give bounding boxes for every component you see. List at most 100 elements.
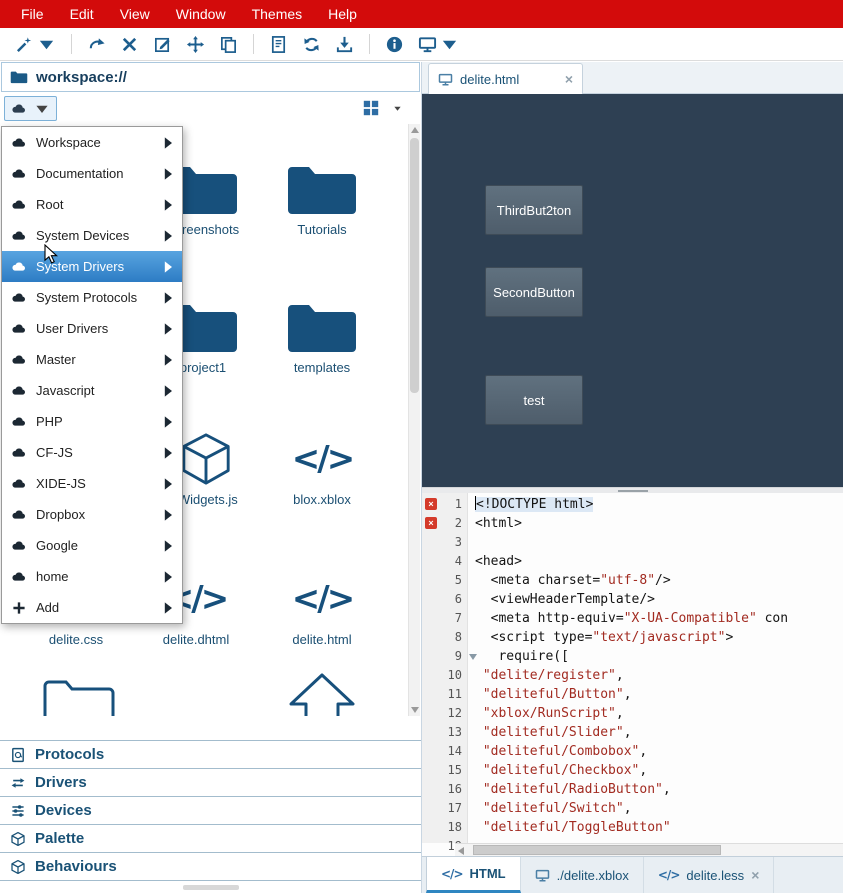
panel-palette[interactable]: Palette bbox=[0, 824, 421, 852]
close-icon[interactable]: × bbox=[751, 868, 759, 882]
code-line[interactable]: 12 "xblox/RunScript", bbox=[422, 704, 843, 723]
wand-button[interactable] bbox=[15, 35, 56, 54]
editor-hscrollbar[interactable] bbox=[455, 843, 843, 856]
menu-item-google[interactable]: Google bbox=[2, 530, 182, 561]
panel-protocols[interactable]: Protocols bbox=[0, 740, 421, 768]
code-icon: </> bbox=[658, 868, 680, 882]
info-button[interactable] bbox=[385, 35, 404, 54]
code-line[interactable]: 16 "deliteful/RadioButton", bbox=[422, 780, 843, 799]
scroll-left-arrow[interactable] bbox=[458, 847, 464, 855]
scroll-down-arrow[interactable] bbox=[411, 707, 419, 713]
file-item-tutorials[interactable]: Tutorials bbox=[262, 153, 382, 237]
menu-item-system-devices[interactable]: System Devices bbox=[2, 220, 182, 251]
submenu-caret-icon bbox=[160, 414, 176, 430]
menu-item-user-drivers[interactable]: User Drivers bbox=[2, 313, 182, 344]
code-line[interactable]: 6 <viewHeaderTemplate/> bbox=[422, 590, 843, 609]
file-item-partial[interactable] bbox=[262, 668, 382, 716]
move-icon bbox=[186, 35, 205, 54]
menu-help[interactable]: Help bbox=[315, 6, 370, 22]
menu-item-system-protocols[interactable]: System Protocols bbox=[2, 282, 182, 313]
caret-down-icon bbox=[34, 101, 50, 117]
menu-themes[interactable]: Themes bbox=[239, 6, 316, 22]
display-button[interactable] bbox=[418, 35, 459, 54]
menu-edit[interactable]: Edit bbox=[57, 6, 107, 22]
close-button[interactable] bbox=[120, 35, 139, 54]
file-grid-scrollbar[interactable] bbox=[408, 124, 420, 716]
gutter-cell: ×2 bbox=[422, 514, 468, 533]
move-button[interactable] bbox=[186, 35, 205, 54]
hscrollbar-thumb[interactable] bbox=[473, 845, 721, 855]
source-dropdown-button[interactable] bbox=[4, 96, 57, 121]
code-line[interactable]: 11 "deliteful/Button", bbox=[422, 685, 843, 704]
menu-item-cf-js[interactable]: CF-JS bbox=[2, 437, 182, 468]
file-item-partial[interactable] bbox=[19, 668, 139, 716]
menu-item-xide-js[interactable]: XIDE-JS bbox=[2, 468, 182, 499]
line-number: 18 bbox=[448, 820, 462, 834]
accordion-footer bbox=[0, 880, 421, 893]
code-line[interactable]: 13 "deliteful/Slider", bbox=[422, 723, 843, 742]
splitter-grip[interactable] bbox=[618, 490, 648, 492]
code-line[interactable]: 4<head> bbox=[422, 552, 843, 571]
tab-html[interactable]: </>HTML bbox=[426, 857, 521, 893]
download-button[interactable] bbox=[335, 35, 354, 54]
preview-button-secondbutton[interactable]: SecondButton bbox=[485, 267, 583, 317]
code-line[interactable]: 8 <script type="text/javascript"> bbox=[422, 628, 843, 647]
preview-button-thirdbut2ton[interactable]: ThirdBut2ton bbox=[485, 185, 583, 235]
menu-item-dropbox[interactable]: Dropbox bbox=[2, 499, 182, 530]
grid-view-button[interactable] bbox=[362, 99, 380, 117]
redo-button[interactable] bbox=[87, 35, 106, 54]
redo-icon bbox=[87, 35, 106, 54]
gutter-cell: 10 bbox=[422, 666, 468, 685]
menu-item-add[interactable]: Add bbox=[2, 592, 182, 623]
panel-behaviours[interactable]: Behaviours bbox=[0, 852, 421, 880]
scroll-up-arrow[interactable] bbox=[411, 127, 419, 133]
code-line[interactable]: ×1<!DOCTYPE html> bbox=[422, 495, 843, 514]
cube-icon bbox=[179, 431, 233, 487]
fold-caret-icon[interactable] bbox=[469, 654, 477, 660]
report-button[interactable] bbox=[269, 35, 288, 54]
menu-item-label: XIDE-JS bbox=[36, 476, 151, 491]
menu-view[interactable]: View bbox=[107, 6, 163, 22]
menu-item-php[interactable]: PHP bbox=[2, 406, 182, 437]
scrollbar-thumb[interactable] bbox=[410, 138, 419, 393]
panel-devices[interactable]: Devices bbox=[0, 796, 421, 824]
file-item-templates[interactable]: templates bbox=[262, 291, 382, 375]
menu-item-workspace[interactable]: Workspace bbox=[2, 127, 182, 158]
refresh-button[interactable] bbox=[302, 35, 321, 54]
code-line[interactable]: 9 require([ bbox=[422, 647, 843, 666]
menu-item-root[interactable]: Root bbox=[2, 189, 182, 220]
close-icon[interactable]: × bbox=[565, 72, 573, 86]
tab-delite-xblox[interactable]: ./delite.xblox bbox=[521, 857, 644, 893]
code-line[interactable]: 17 "deliteful/Switch", bbox=[422, 799, 843, 818]
code-line[interactable]: 14 "deliteful/Combobox", bbox=[422, 742, 843, 761]
tab-delite-html[interactable]: delite.html × bbox=[428, 63, 583, 94]
submenu-caret-icon bbox=[160, 352, 176, 368]
code-line[interactable]: 5 <meta charset="utf-8"/> bbox=[422, 571, 843, 590]
code-line[interactable]: 3 bbox=[422, 533, 843, 552]
line-number: 17 bbox=[448, 801, 462, 815]
code-line[interactable]: 15 "deliteful/Checkbox", bbox=[422, 761, 843, 780]
view-caret-down-icon[interactable] bbox=[393, 104, 402, 113]
menu-item-master[interactable]: Master bbox=[2, 344, 182, 375]
report-icon bbox=[269, 35, 288, 54]
menu-item-home[interactable]: home bbox=[2, 561, 182, 592]
copy-button[interactable] bbox=[219, 35, 238, 54]
menu-item-system-drivers[interactable]: System Drivers bbox=[2, 251, 182, 282]
tab-delite-less[interactable]: </>delite.less× bbox=[644, 857, 775, 893]
panel-resize-grip[interactable] bbox=[183, 885, 239, 890]
menu-file[interactable]: File bbox=[8, 6, 57, 22]
code-editor[interactable]: ×1<!DOCTYPE html>×2<html>34<head>5 <meta… bbox=[422, 493, 843, 856]
menu-window[interactable]: Window bbox=[163, 6, 239, 22]
line-number: 15 bbox=[448, 763, 462, 777]
code-line[interactable]: 18 "deliteful/ToggleButton" bbox=[422, 818, 843, 837]
code-line[interactable]: ×2<html> bbox=[422, 514, 843, 533]
panel-drivers[interactable]: Drivers bbox=[0, 768, 421, 796]
menu-item-documentation[interactable]: Documentation bbox=[2, 158, 182, 189]
edit-button[interactable] bbox=[153, 35, 172, 54]
preview-button-test[interactable]: test bbox=[485, 375, 583, 425]
code-line[interactable]: 10 "delite/register", bbox=[422, 666, 843, 685]
file-item-delite-html[interactable]: </>delite.html bbox=[262, 563, 382, 647]
code-line[interactable]: 7 <meta http-equiv="X-UA-Compatible" con bbox=[422, 609, 843, 628]
menu-item-javascript[interactable]: Javascript bbox=[2, 375, 182, 406]
file-item-blox-xblox[interactable]: </>blox.xblox bbox=[262, 423, 382, 507]
